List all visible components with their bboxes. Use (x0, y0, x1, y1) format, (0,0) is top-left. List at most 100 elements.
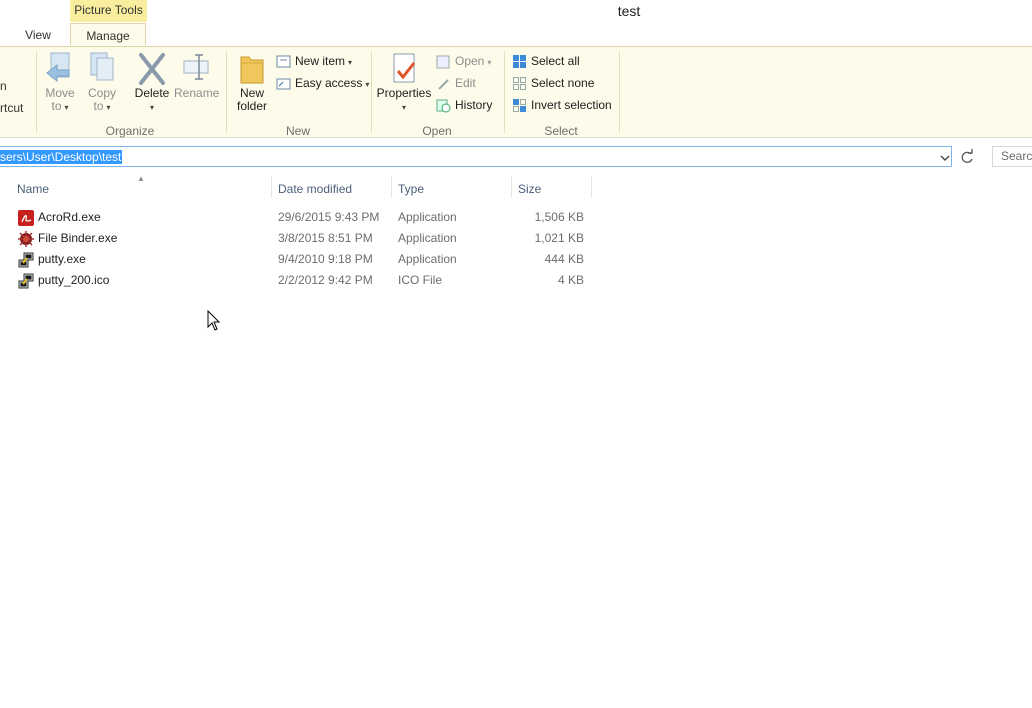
easy-access-icon (276, 78, 291, 90)
file-size: 4 KB (557, 273, 584, 287)
move-to-label-2: to (51, 99, 62, 113)
clipped-ribbon-button[interactable]: n (0, 79, 7, 93)
file-name: putty.exe (38, 252, 86, 266)
group-separator (36, 51, 37, 133)
address-bar[interactable]: sers\User\Desktop\test (0, 146, 952, 167)
properties-button[interactable]: Properties ▾ (376, 51, 432, 114)
title-bar (0, 0, 1032, 24)
new-group-label: New (285, 124, 310, 138)
file-type: Application (398, 252, 457, 266)
folder-icon (240, 56, 264, 84)
clipped-label-1: n (0, 79, 7, 93)
column-divider[interactable] (391, 176, 392, 198)
organize-group-label: Organize (105, 124, 155, 138)
select-none-label: Select none (531, 76, 595, 90)
column-header-type[interactable]: Type (398, 181, 508, 197)
chevron-down-icon[interactable] (939, 152, 951, 164)
ribbon-tab-row: View Manage (0, 23, 1032, 46)
history-button[interactable]: History (436, 96, 492, 116)
group-separator (226, 51, 227, 133)
new-folder-label-2: folder (236, 99, 268, 113)
open-button[interactable]: Open ▾ (436, 52, 491, 72)
properties-icon (393, 53, 416, 83)
delete-label: Delete (134, 86, 170, 100)
column-divider[interactable] (271, 176, 272, 198)
easy-access-label: Easy access (295, 76, 363, 90)
tab-view[interactable]: View (18, 23, 58, 46)
column-divider[interactable] (591, 176, 592, 198)
binder-icon (18, 231, 34, 247)
edit-label: Edit (455, 76, 476, 90)
file-date: 9/4/2010 9:18 PM (278, 252, 373, 266)
edit-button[interactable]: Edit (436, 74, 476, 94)
select-none-icon (513, 76, 526, 90)
select-group-label: Select (544, 124, 578, 138)
open-label: Open (455, 54, 485, 68)
mouse-cursor-icon (207, 310, 221, 331)
group-separator (371, 51, 372, 133)
column-header-name[interactable]: Name (17, 181, 267, 197)
new-folder-button[interactable]: New folder (232, 51, 272, 113)
copy-to-label-2: to (93, 99, 104, 113)
file-size: 1,021 KB (534, 231, 584, 245)
edit-icon (438, 79, 449, 90)
putty-icon (18, 252, 34, 268)
window-title: test (617, 3, 641, 19)
rename-label: Rename (174, 86, 220, 100)
ribbon: n rtcut Move to ▾ Copy to ▾ Delete ▾ Renam… (0, 46, 1032, 138)
move-to-button[interactable]: Move to ▾ (42, 51, 78, 114)
file-type: ICO File (398, 273, 443, 287)
new-folder-label-1: New (239, 86, 264, 100)
file-row[interactable]: AcroRd.exe 29/6/2015 9:43 PM Application… (14, 207, 594, 228)
address-path-text[interactable]: sers\User\Desktop\test (0, 150, 123, 164)
group-separator (619, 51, 620, 133)
select-all-label: Select all (531, 54, 580, 68)
column-divider[interactable] (511, 176, 512, 198)
copy-to-icon (90, 52, 114, 81)
tab-manage[interactable]: Manage (70, 23, 146, 45)
group-separator (504, 51, 505, 133)
file-size: 444 KB (544, 252, 584, 266)
column-header-size[interactable]: Size (518, 181, 588, 197)
file-name: AcroRd.exe (38, 210, 101, 224)
acrobat-icon (18, 210, 34, 226)
putty-icon (18, 273, 34, 289)
invert-selection-button[interactable]: Invert selection (512, 96, 612, 116)
clipped-shortcut-button[interactable]: rtcut (0, 101, 23, 115)
open-group-label: Open (422, 124, 452, 138)
select-none-button[interactable]: Select none (512, 74, 594, 94)
rename-icon (183, 54, 209, 80)
file-date: 29/6/2015 9:43 PM (278, 210, 380, 224)
copy-to-button[interactable]: Copy to ▾ (84, 51, 120, 114)
select-all-button[interactable]: Select all (512, 52, 580, 72)
column-header-date-modified[interactable]: Date modified (278, 181, 388, 197)
file-type: Application (398, 231, 457, 245)
new-item-label: New item (295, 54, 346, 68)
file-row[interactable]: putty.exe 9/4/2010 9:18 PM Application 4… (14, 249, 594, 270)
invert-selection-label: Invert selection (531, 98, 612, 112)
file-type: Application (398, 210, 457, 224)
file-name: File Binder.exe (38, 231, 118, 245)
file-name: putty_200.ico (38, 273, 110, 287)
new-item-button[interactable]: New item ▾ (276, 52, 352, 72)
easy-access-button[interactable]: Easy access ▾ (276, 74, 369, 94)
file-size: 1,506 KB (534, 210, 584, 224)
address-row: sers\User\Desktop\test (0, 138, 1032, 175)
new-item-icon (276, 55, 291, 68)
invert-selection-icon (513, 98, 526, 112)
properties-label: Properties (376, 86, 432, 100)
file-row[interactable]: putty_200.ico 2/2/2012 9:42 PM ICO File … (14, 270, 594, 291)
select-all-icon (513, 54, 526, 68)
rename-button[interactable]: Rename (174, 51, 220, 100)
delete-x-icon (139, 53, 165, 85)
file-row[interactable]: File Binder.exe 3/8/2015 8:51 PM Applica… (14, 228, 594, 249)
delete-button[interactable]: Delete ▾ (131, 51, 173, 114)
refresh-icon[interactable] (958, 147, 976, 167)
clipped-label-2: rtcut (0, 101, 24, 115)
copy-to-label-1: Copy (87, 86, 116, 100)
picture-tools-context-label: Picture Tools (70, 0, 147, 22)
move-to-label-1: Move (45, 86, 75, 100)
history-label: History (455, 98, 493, 112)
open-icon (436, 55, 450, 69)
search-input[interactable]: Search (992, 146, 1032, 167)
